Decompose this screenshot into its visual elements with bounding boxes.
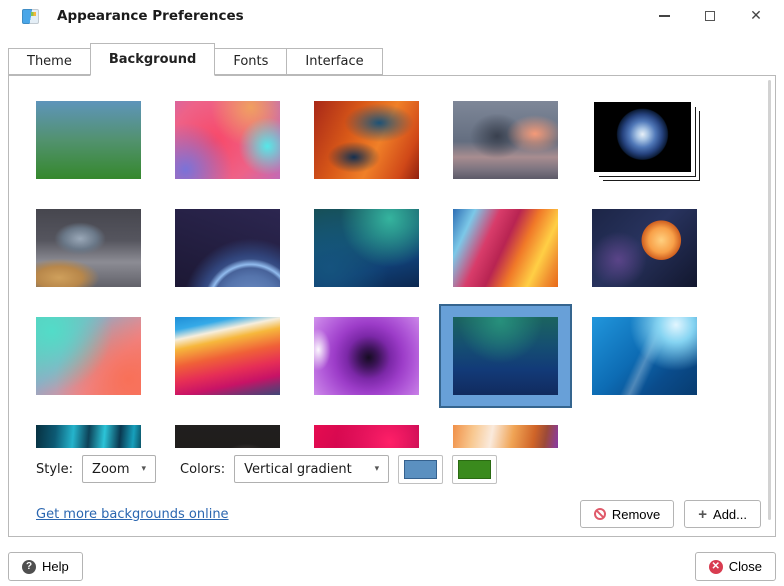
wallpaper-deep-blue-nebula-selected[interactable] xyxy=(453,317,558,395)
style-dropdown-value: Zoom xyxy=(92,462,129,477)
wallpaper-blue-green-gradient[interactable] xyxy=(36,101,141,179)
remove-button[interactable]: Remove xyxy=(580,500,674,528)
get-more-backgrounds-link[interactable]: Get more backgrounds online xyxy=(36,507,229,522)
chevron-down-icon: ▾ xyxy=(142,464,147,474)
window-controls: ✕ xyxy=(656,8,772,24)
vertical-scrollbar[interactable] xyxy=(768,80,771,520)
tab-fonts[interactable]: Fonts xyxy=(214,48,287,75)
plus-icon: + xyxy=(698,507,707,522)
window-title: Appearance Preferences xyxy=(57,8,244,24)
tab-theme[interactable]: Theme xyxy=(8,48,91,75)
help-button[interactable]: ? Help xyxy=(8,552,83,581)
wallpaper-teal-coral-gradient[interactable] xyxy=(36,317,141,395)
wallpaper-cell-selected xyxy=(453,317,558,395)
style-label: Style: xyxy=(36,462,73,477)
tab-interface[interactable]: Interface xyxy=(286,48,382,75)
close-button[interactable]: ✕ Close xyxy=(695,552,776,581)
wallpaper-planet-horizon[interactable] xyxy=(175,209,280,287)
colors-label: Colors: xyxy=(180,462,225,477)
style-dropdown[interactable]: Zoom ▾ xyxy=(82,455,156,483)
wallpaper-blue-aurora[interactable] xyxy=(592,317,697,395)
primary-color-swatch xyxy=(404,460,437,479)
wallpaper-sunset-clouds[interactable] xyxy=(453,101,558,179)
wallpaper-purple-vortex[interactable] xyxy=(314,317,419,395)
tab-background-label: Background xyxy=(109,52,197,67)
minimize-icon[interactable] xyxy=(656,8,672,24)
help-icon: ? xyxy=(22,560,36,574)
tab-interface-label: Interface xyxy=(305,54,363,69)
wallpaper-dark-flame[interactable] xyxy=(175,425,280,448)
tab-background[interactable]: Background xyxy=(90,43,216,76)
close-circle-icon: ✕ xyxy=(709,560,723,574)
remove-button-label: Remove xyxy=(612,507,660,522)
wallpaper-desert-spiral-shell[interactable] xyxy=(36,209,141,287)
add-button[interactable]: + Add... xyxy=(684,500,761,528)
colors-dropdown[interactable]: Vertical gradient ▾ xyxy=(234,455,389,483)
close-icon[interactable]: ✕ xyxy=(748,8,764,24)
colors-dropdown-value: Vertical gradient xyxy=(244,462,352,477)
close-button-label: Close xyxy=(729,559,762,574)
wallpaper-crimson-abstract[interactable] xyxy=(314,425,419,448)
maximize-icon[interactable] xyxy=(702,8,718,24)
primary-color-picker-button[interactable] xyxy=(398,455,443,484)
wallpaper-orange-sphere-swirl[interactable] xyxy=(592,209,697,287)
panel-bottom-row: Get more backgrounds online Remove + Add… xyxy=(36,500,761,528)
titlebar: Appearance Preferences ✕ xyxy=(0,0,784,32)
remove-prohibit-icon xyxy=(594,508,606,520)
wallpaper-rainbow-paper-waves[interactable] xyxy=(453,209,558,287)
wallpaper-pink-cyan-abstract[interactable] xyxy=(175,101,280,179)
wallpaper-earth-slideshow[interactable] xyxy=(594,102,691,172)
tab-fonts-label: Fonts xyxy=(233,54,268,69)
secondary-color-swatch xyxy=(458,460,491,479)
tab-theme-label: Theme xyxy=(27,54,72,69)
style-options-row: Style: Zoom ▾ Colors: Vertical gradient … xyxy=(36,454,775,484)
wallpaper-orange-blue-swirl[interactable] xyxy=(314,101,419,179)
background-tab-panel: Style: Zoom ▾ Colors: Vertical gradient … xyxy=(8,75,776,537)
wallpaper-cyan-streaks[interactable] xyxy=(36,425,141,448)
wallpaper-grid xyxy=(9,76,775,448)
wallpaper-teal-nebula[interactable] xyxy=(314,209,419,287)
secondary-color-picker-button[interactable] xyxy=(452,455,497,484)
wallpaper-orange-flow-waves[interactable] xyxy=(453,425,558,448)
dialog-footer: ? Help ✕ Close xyxy=(8,552,776,581)
wallpaper-big-sur-waves[interactable] xyxy=(175,317,280,395)
tab-bar: Theme Background Fonts Interface xyxy=(8,42,776,75)
add-button-label: Add... xyxy=(713,507,747,522)
appearance-app-icon xyxy=(22,9,39,24)
help-button-label: Help xyxy=(42,559,69,574)
chevron-down-icon: ▾ xyxy=(375,464,380,474)
